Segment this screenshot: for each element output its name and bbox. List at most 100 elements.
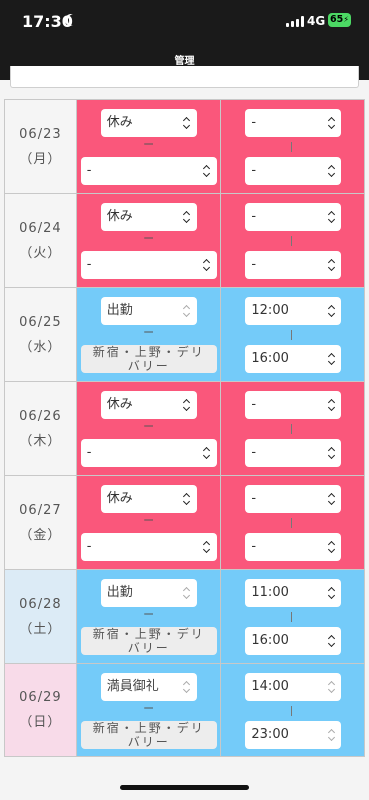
start-time-select[interactable]: 14:00 xyxy=(245,673,342,701)
separator-dash: ー xyxy=(143,514,155,527)
location-line: バリー xyxy=(127,735,170,749)
end-time-select[interactable]: - xyxy=(245,157,342,185)
time-range-separator xyxy=(291,142,293,152)
select-chevron-icon xyxy=(203,446,211,460)
schedule-row: 06/24 （火） 休み ー - - - xyxy=(5,194,365,288)
location-select[interactable]: - xyxy=(80,251,217,279)
select-chevron-icon xyxy=(203,258,211,272)
start-time-select[interactable]: - xyxy=(245,485,342,513)
weekday-label: （金） xyxy=(19,527,62,543)
select-chevron-icon xyxy=(327,116,335,130)
end-time-select[interactable]: 23:00 xyxy=(245,721,342,749)
date-label: 06/26 xyxy=(19,408,62,424)
location-line: - xyxy=(86,163,92,178)
schedule-row: 06/25 （水） 出勤 ー 新宿・上野・デリ バリー 12:00 16:00 xyxy=(5,288,365,382)
date-cell: 06/25 （水） xyxy=(5,288,77,381)
status-select[interactable]: 休み xyxy=(100,391,197,419)
status-select[interactable]: 休み xyxy=(100,203,197,231)
time-range-separator xyxy=(291,424,293,434)
end-time-select[interactable]: 16:00 xyxy=(245,345,342,373)
shift-time-cell: 12:00 16:00 xyxy=(221,288,365,381)
location-line: 新宿・上野・デリ xyxy=(92,627,205,641)
end-time-select[interactable]: - xyxy=(245,439,342,467)
weekday-label: （月） xyxy=(19,151,62,167)
weekday-label: （火） xyxy=(19,245,62,261)
weekday-label: （木） xyxy=(19,433,62,449)
date-label: 06/23 xyxy=(19,126,62,142)
status-select[interactable]: 出勤 xyxy=(100,297,197,325)
date-cell: 06/27 （金） xyxy=(5,476,77,569)
shift-status-cell: 出勤 ー 新宿・上野・デリ バリー xyxy=(76,288,222,381)
schedule-row: 06/23 （月） 休み ー - - - xyxy=(5,100,365,194)
start-time-select[interactable]: 11:00 xyxy=(245,579,342,607)
end-time-select[interactable]: - xyxy=(245,533,342,561)
status-select[interactable]: 休み xyxy=(100,109,197,137)
location-select[interactable]: - xyxy=(80,439,217,467)
status-select[interactable]: 休み xyxy=(100,485,197,513)
page-title: 管理 xyxy=(174,56,195,67)
select-chevron-icon xyxy=(327,492,335,506)
location-select[interactable]: 新宿・上野・デリ バリー xyxy=(80,721,217,749)
date-label: 06/27 xyxy=(19,502,62,518)
select-chevron-icon xyxy=(183,398,191,412)
date-label: 06/29 xyxy=(19,690,62,705)
shift-status-cell: 満員御礼 ー 新宿・上野・デリ バリー xyxy=(76,664,222,756)
status-select[interactable]: 満員御礼 xyxy=(100,673,197,701)
weekday-label: （日） xyxy=(19,715,62,730)
date-label: 06/28 xyxy=(19,596,62,612)
start-time-value: - xyxy=(251,491,257,506)
select-chevron-icon xyxy=(327,164,335,178)
start-time-select[interactable]: - xyxy=(245,109,342,137)
start-time-value: - xyxy=(251,115,257,130)
location-select[interactable]: - xyxy=(80,157,217,185)
status-time: 17:30 xyxy=(22,12,73,31)
time-range-separator xyxy=(291,518,293,528)
end-time-select[interactable]: 16:00 xyxy=(245,627,342,655)
shift-time-cell: 14:00 23:00 xyxy=(221,664,365,756)
select-chevron-icon xyxy=(183,210,191,224)
start-time-select[interactable]: 12:00 xyxy=(245,297,342,325)
home-indicator xyxy=(120,785,249,790)
start-time-value: - xyxy=(251,209,257,224)
select-chevron-icon xyxy=(327,540,335,554)
status-value: 満員御礼 xyxy=(106,679,159,694)
select-chevron-icon xyxy=(327,728,335,742)
location-select[interactable]: 新宿・上野・デリ バリー xyxy=(80,345,217,373)
shift-time-cell: - - xyxy=(221,476,365,569)
shift-status-cell: 休み ー - xyxy=(76,382,222,475)
shift-status-cell: 休み ー - xyxy=(76,194,222,287)
location-line: バリー xyxy=(127,641,170,655)
separator-dash: ー xyxy=(143,232,155,245)
date-cell: 06/28 （土） xyxy=(5,570,77,663)
date-label: 06/24 xyxy=(19,220,62,236)
separator-dash: ー xyxy=(143,608,155,621)
schedule-row: 06/27 （金） 休み ー - - - xyxy=(5,476,365,570)
select-chevron-icon xyxy=(327,446,335,460)
shift-time-cell: 11:00 16:00 xyxy=(221,570,365,663)
start-time-select[interactable]: - xyxy=(245,203,342,231)
select-chevron-icon xyxy=(203,164,211,178)
location-line: - xyxy=(86,257,92,272)
status-value: 休み xyxy=(106,397,133,412)
shift-time-cell: - - xyxy=(221,100,365,193)
location-line: 新宿・上野・デリ xyxy=(92,345,205,359)
location-select[interactable]: - xyxy=(80,533,217,561)
time-range-separator xyxy=(291,236,293,246)
end-time-value: 16:00 xyxy=(251,351,289,366)
select-chevron-icon xyxy=(183,116,191,130)
start-time-value: - xyxy=(251,397,257,412)
network-type: 4G xyxy=(307,14,326,28)
top-select-field[interactable] xyxy=(10,66,359,88)
end-time-value: - xyxy=(251,257,257,272)
date-cell: 06/29 （日） xyxy=(5,664,77,756)
date-cell: 06/24 （火） xyxy=(5,194,77,287)
cellular-signal-icon xyxy=(286,16,304,27)
location-select[interactable]: 新宿・上野・デリ バリー xyxy=(80,627,217,655)
time-range-separator xyxy=(291,612,293,622)
separator-dash: ー xyxy=(143,138,155,151)
select-chevron-icon xyxy=(327,210,335,224)
status-select[interactable]: 出勤 xyxy=(100,579,197,607)
select-chevron-icon xyxy=(327,258,335,272)
end-time-select[interactable]: - xyxy=(245,251,342,279)
start-time-select[interactable]: - xyxy=(245,391,342,419)
